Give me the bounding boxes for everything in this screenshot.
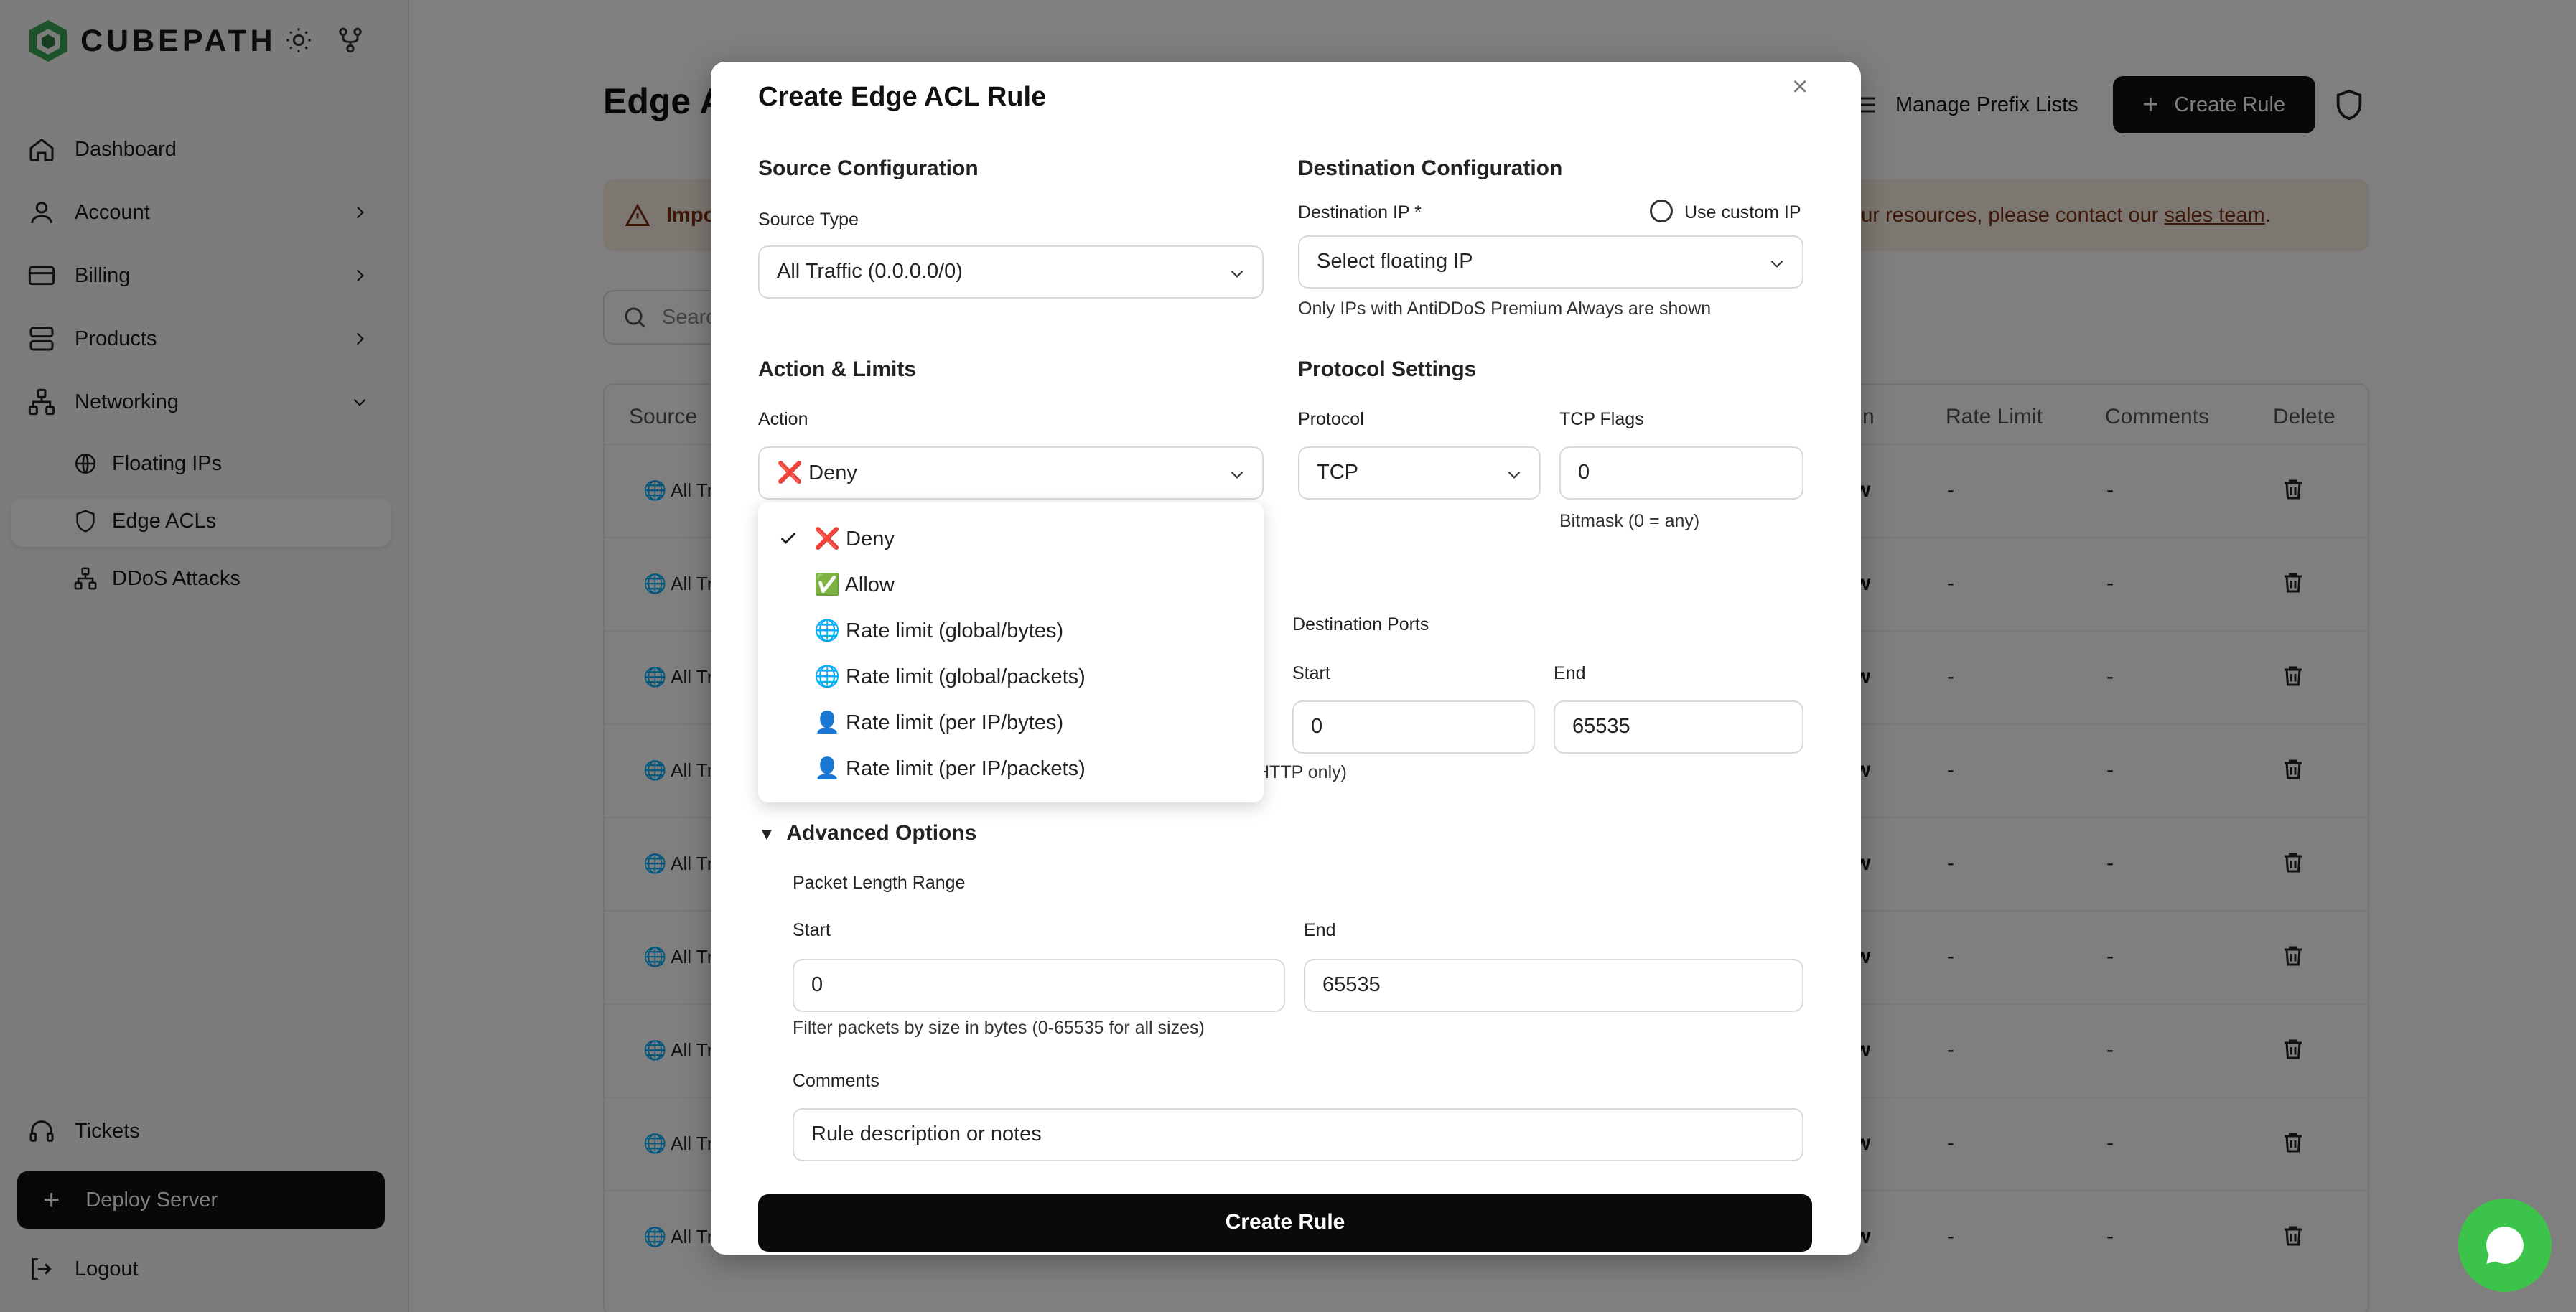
globe-marker-icon: 🌐: [814, 619, 841, 642]
destination-ip-select[interactable]: Select floating IP: [1298, 235, 1803, 289]
destination-configuration-heading: Destination Configuration: [1298, 156, 1563, 180]
option-text: Rate limit (global/packets): [846, 665, 1086, 688]
destination-port-end-label: End: [1554, 663, 1586, 683]
comments-label: Comments: [793, 1071, 879, 1091]
advanced-options-label: Advanced Options: [786, 821, 977, 845]
ports-hint-partial: HTTP only): [1256, 762, 1347, 782]
source-type-value: All Traffic (0.0.0.0/0): [777, 260, 963, 283]
option-text: Rate limit (global/bytes): [846, 619, 1064, 642]
person-marker-icon: 👤: [814, 711, 841, 734]
option-label: 👤 Rate limit (per IP/packets): [814, 756, 1086, 781]
option-label: ❌ Deny: [814, 527, 895, 551]
protocol-select[interactable]: TCP: [1298, 446, 1541, 500]
submit-label: Create Rule: [1225, 1210, 1345, 1234]
comments-input[interactable]: Rule description or notes: [793, 1108, 1803, 1161]
dropdown-option-allow[interactable]: ✅ Allow: [758, 561, 1264, 607]
chevron-down-icon: [1231, 270, 1243, 278]
chevron-down-icon: [1770, 260, 1783, 268]
protocol-label: Protocol: [1298, 409, 1364, 429]
action-select[interactable]: ❌ Deny: [758, 446, 1264, 500]
destination-port-start-input[interactable]: 0: [1292, 700, 1535, 754]
chevron-down-icon: [1508, 471, 1521, 479]
destination-port-end-input[interactable]: 65535: [1554, 700, 1803, 754]
chat-widget-button[interactable]: [2458, 1199, 2552, 1292]
dropdown-option-rate-ip-packets[interactable]: 👤 Rate limit (per IP/packets): [758, 745, 1264, 791]
option-text: Allow: [844, 573, 895, 596]
triangle-down-icon: ▼: [758, 825, 775, 844]
tcp-flags-input[interactable]: 0: [1559, 446, 1803, 500]
option-label: 👤 Rate limit (per IP/bytes): [814, 711, 1063, 735]
destination-ip-label: Destination IP *: [1298, 202, 1422, 222]
person-marker-icon: 👤: [814, 757, 841, 780]
close-icon[interactable]: ×: [1792, 72, 1808, 103]
use-custom-ip-radio[interactable]: [1650, 200, 1673, 222]
dropdown-option-rate-global-bytes[interactable]: 🌐 Rate limit (global/bytes): [758, 607, 1264, 653]
create-acl-rule-modal: Create Edge ACL Rule × Source Configurat…: [711, 62, 1861, 1255]
chat-bubble-icon: [2486, 1227, 2524, 1264]
tcp-flags-label: TCP Flags: [1559, 409, 1644, 429]
dropdown-option-rate-ip-bytes[interactable]: 👤 Rate limit (per IP/bytes): [758, 699, 1264, 745]
tcp-flags-hint: Bitmask (0 = any): [1559, 511, 1700, 531]
tcp-flags-value: 0: [1578, 461, 1590, 484]
action-limits-heading: Action & Limits: [758, 357, 917, 381]
destination-ports-label: Destination Ports: [1292, 614, 1429, 634]
protocol-value: TCP: [1317, 461, 1358, 484]
packet-start-input[interactable]: 0: [793, 959, 1285, 1012]
dropdown-option-deny[interactable]: ❌ Deny: [758, 515, 1264, 561]
source-type-select[interactable]: All Traffic (0.0.0.0/0): [758, 245, 1264, 299]
chevron-down-icon: [1231, 471, 1243, 479]
source-configuration-heading: Source Configuration: [758, 156, 979, 180]
packet-length-label: Packet Length Range: [793, 873, 966, 893]
option-text: Rate limit (per IP/packets): [846, 757, 1086, 780]
option-label: 🌐 Rate limit (global/packets): [814, 665, 1086, 689]
option-label: 🌐 Rate limit (global/bytes): [814, 619, 1063, 643]
destination-port-start-label: Start: [1292, 663, 1330, 683]
source-type-label: Source Type: [758, 210, 859, 230]
packet-end-input[interactable]: 65535: [1304, 959, 1803, 1012]
destination-port-start-value: 0: [1311, 715, 1323, 738]
option-label: ✅ Allow: [814, 573, 895, 597]
advanced-options-toggle[interactable]: ▼ Advanced Options: [758, 821, 976, 845]
destination-port-end-value: 65535: [1572, 715, 1630, 738]
action-value-label: Deny: [808, 461, 857, 484]
option-text: Deny: [846, 528, 895, 550]
allow-marker-icon: ✅: [814, 573, 841, 596]
action-dropdown-menu: ❌ Deny ✅ Allow 🌐 Rate limit (global/byte…: [758, 502, 1264, 802]
check-icon: [780, 533, 796, 544]
packet-end-value: 65535: [1322, 973, 1381, 996]
protocol-settings-heading: Protocol Settings: [1298, 357, 1477, 381]
packet-length-hint: Filter packets by size in bytes (0-65535…: [793, 1018, 1205, 1038]
comments-placeholder: Rule description or notes: [811, 1123, 1042, 1145]
action-value: ❌ Deny: [777, 461, 857, 485]
deny-marker-icon: ❌: [814, 528, 841, 550]
option-text: Rate limit (per IP/bytes): [846, 711, 1064, 734]
packet-start-label: Start: [793, 920, 831, 940]
packet-end-label: End: [1304, 920, 1336, 940]
submit-create-rule-button[interactable]: Create Rule: [758, 1194, 1812, 1252]
modal-title: Create Edge ACL Rule: [758, 82, 1047, 112]
dropdown-option-rate-global-packets[interactable]: 🌐 Rate limit (global/packets): [758, 653, 1264, 699]
globe-marker-icon: 🌐: [814, 665, 841, 688]
deny-marker-icon: ❌: [777, 461, 803, 484]
action-label: Action: [758, 409, 808, 429]
destination-ip-placeholder: Select floating IP: [1317, 250, 1473, 273]
use-custom-ip-label: Use custom IP: [1684, 202, 1801, 222]
destination-ip-hint: Only IPs with AntiDDoS Premium Always ar…: [1298, 299, 1712, 319]
packet-start-value: 0: [811, 973, 823, 996]
